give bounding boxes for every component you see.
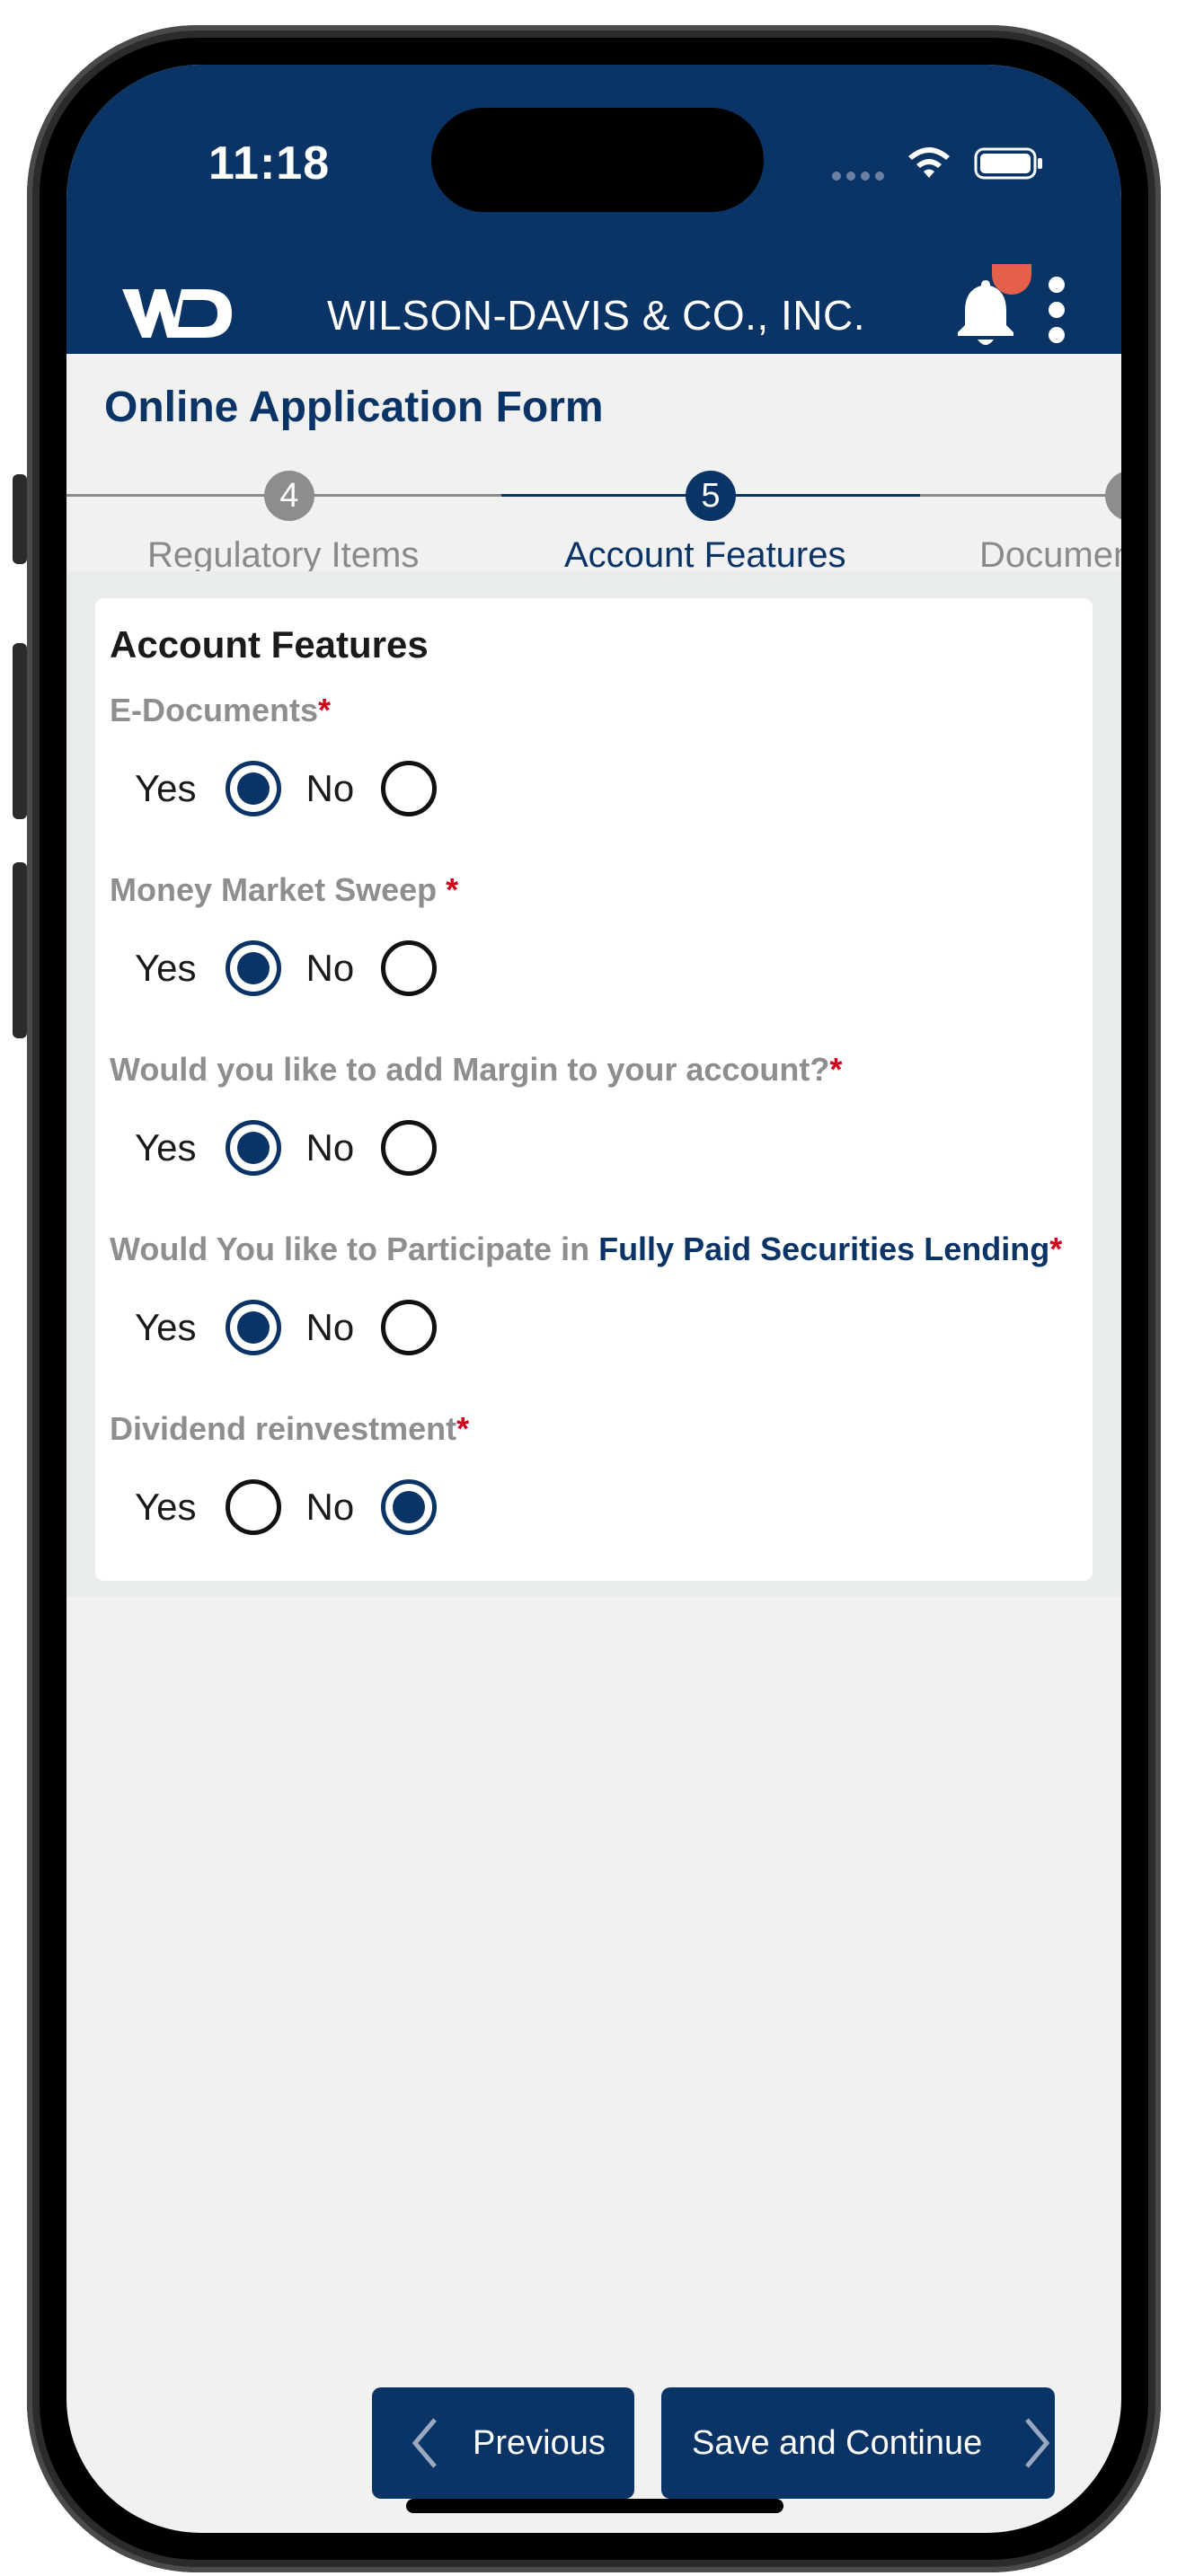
no-label: No [305,947,355,989]
mute-switch [13,474,27,564]
no-radio[interactable] [381,1120,438,1176]
status-time: 11:18 [208,137,331,190]
no-radio[interactable] [381,940,438,996]
yes-radio[interactable] [225,1300,281,1355]
save-and-continue-label: Save and Continue [692,2423,983,2462]
battery-icon [974,147,1042,180]
question-label-securities-lending: Would You like to Participate in Fully P… [110,1231,1063,1267]
question-label-money-market-sweep: Money Market Sweep * [110,871,459,908]
brand-name: WILSON-DAVIS & CO., INC. [327,292,865,339]
previous-button[interactable]: Previous [372,2387,634,2499]
question-label-dividend-reinvestment: Dividend reinvestment* [110,1410,470,1447]
card-title: Account Features [110,623,429,666]
fully-paid-securities-lending-link[interactable]: Fully Paid Securities Lending [598,1231,1049,1267]
home-indicator [406,2499,783,2513]
radio-group-margin: Yes No [135,1119,438,1177]
app-header: 11:18 WILSON-DAVIS & CO., INC. [66,65,1121,354]
question-label-e-documents: E-Documents* [110,692,332,728]
progress-stepper: 4 Regulatory Items 5 Account Features 6 … [66,460,1121,575]
yes-radio[interactable] [225,1120,281,1176]
no-label: No [305,1486,355,1528]
brand-bar: WILSON-DAVIS & CO., INC. [66,264,1121,354]
radio-group-e-documents: Yes No [135,760,438,817]
wd-logo [122,289,232,338]
yes-radio[interactable] [225,761,281,816]
step-number-5[interactable]: 5 [686,471,736,521]
status-icons [832,146,1046,181]
screen: 11:18 WILSON-DAVIS & CO., INC. Online Ap… [66,65,1121,2533]
no-label: No [305,1306,355,1348]
volume-up-button [13,643,27,819]
wifi-icon [908,147,950,178]
step-label-regulatory-items[interactable]: Regulatory Items [147,535,419,576]
page-title: Online Application Form [104,384,604,431]
save-and-continue-button[interactable]: Save and Continue [661,2387,1055,2499]
yes-label: Yes [135,1306,197,1348]
radio-group-securities-lending: Yes No [135,1299,438,1356]
yes-label: Yes [135,1126,197,1169]
dynamic-island [431,108,764,212]
step-number-6[interactable]: 6 [1105,471,1121,521]
question-label-margin: Would you like to add Margin to your acc… [110,1051,843,1088]
no-radio[interactable] [381,1479,438,1535]
radio-group-dividend-reinvestment: Yes No [135,1478,438,1536]
stepper-line [920,494,1121,497]
radio-group-money-market-sweep: Yes No [135,940,438,997]
step-label-documents[interactable]: Documents [979,535,1121,576]
cellular-signal-icon [832,172,884,181]
no-label: No [305,1126,355,1169]
yes-label: Yes [135,1486,197,1528]
no-label: No [305,767,355,809]
previous-label: Previous [473,2423,606,2462]
more-options-icon[interactable] [1048,277,1066,343]
no-radio[interactable] [381,761,438,816]
volume-down-button [13,862,27,1038]
yes-radio[interactable] [225,940,281,996]
account-features-card: Account Features E-Documents* Yes No Mon… [95,598,1093,1581]
no-radio[interactable] [381,1300,438,1355]
chevron-right-icon [1025,2418,1050,2468]
step-number-4[interactable]: 4 [264,471,314,521]
yes-label: Yes [135,947,197,989]
chevron-left-icon [412,2418,437,2468]
yes-radio[interactable] [225,1479,281,1535]
step-label-account-features[interactable]: Account Features [564,535,846,576]
yes-label: Yes [135,767,197,809]
